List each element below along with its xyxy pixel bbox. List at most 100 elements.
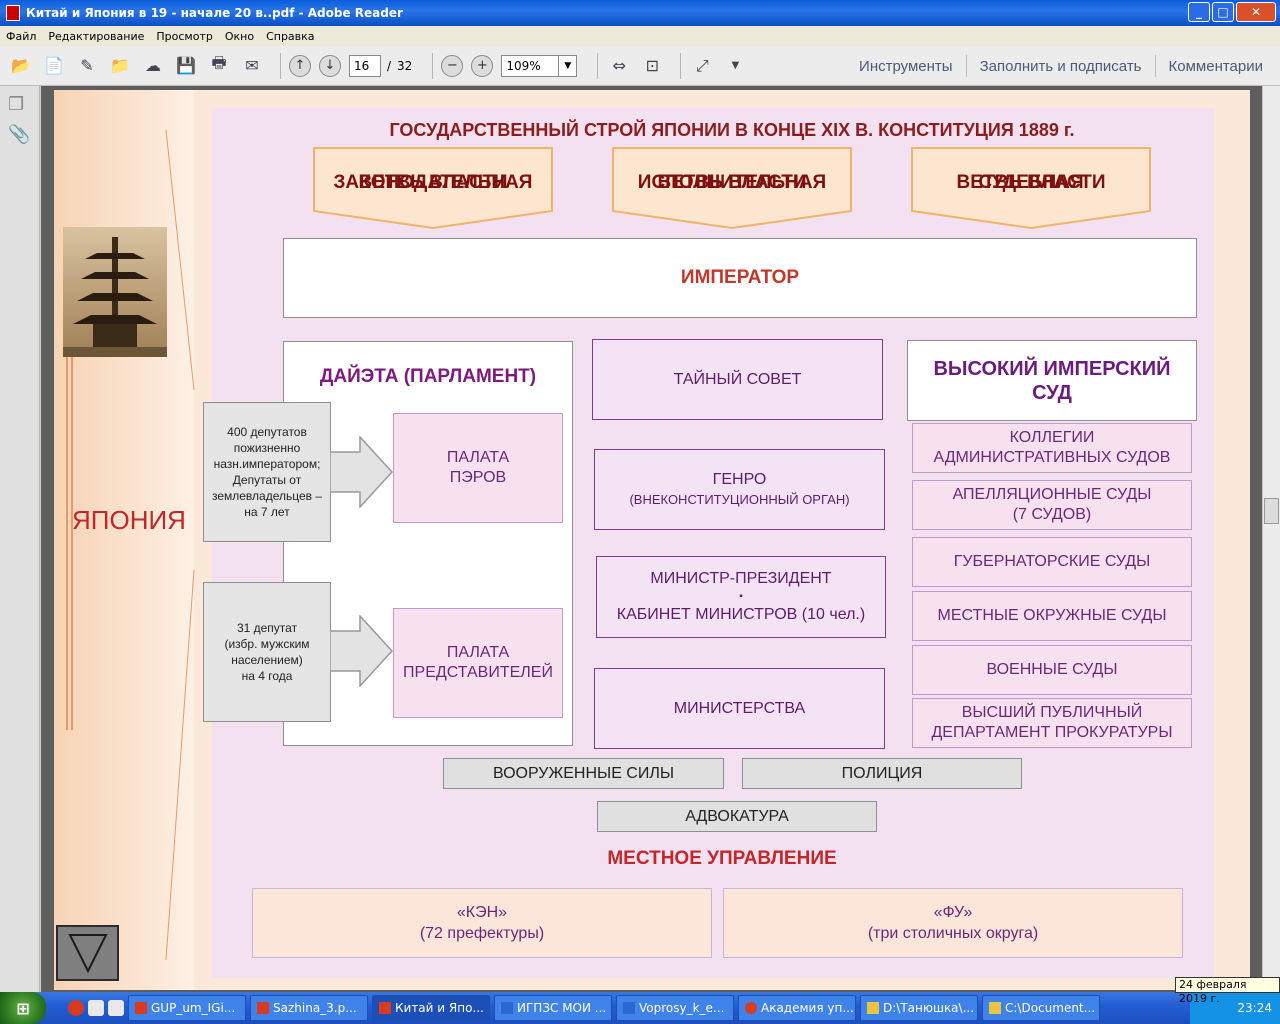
page-number-input[interactable]: 16 xyxy=(349,54,381,77)
taskbar-item[interactable]: C:\Document... xyxy=(982,995,1100,1021)
maximize-button[interactable]: □ xyxy=(1212,2,1234,22)
create-pdf-icon[interactable]: 📄 xyxy=(41,53,67,79)
note-line: на 7 лет xyxy=(244,505,290,519)
adobe-reader-icon xyxy=(6,5,20,21)
zoom-out-icon[interactable]: − xyxy=(441,54,464,77)
bullet-icon: ▪ xyxy=(739,591,743,602)
branch-line2: ВЕТВЬ ВЛАСТИ xyxy=(358,172,508,193)
page-down-icon[interactable]: ↓ xyxy=(319,54,341,77)
folder-icon[interactable]: 📁 xyxy=(107,53,133,79)
taskbar-item[interactable]: Академия уп... xyxy=(738,995,856,1021)
taskbar-item-label: Voprosy_k_e... xyxy=(639,1001,725,1015)
fill-sign-link[interactable]: Заполнить и подписать xyxy=(967,58,1155,75)
slide-title: ГОСУДАРСТВЕННЫЙ СТРОЙ ЯПОНИИ В КОНЦЕ XIX… xyxy=(389,120,1075,140)
taskbar-item[interactable]: Voprosy_k_e... xyxy=(616,995,734,1021)
court-item: МЕСТНЫЕ ОКРУЖНЫЕ СУДЫ xyxy=(912,591,1192,641)
chamber-line: ПЭРОВ xyxy=(449,469,507,486)
vertical-scrollbar[interactable] xyxy=(1262,86,1280,992)
taskbar-item[interactable]: ИГПЗС МОИ ... xyxy=(494,995,612,1021)
court-item: ГУБЕРНАТОРСКИЕ СУДЫ xyxy=(912,537,1192,587)
note-line: 400 депутатов xyxy=(227,425,307,439)
taskbar-item[interactable]: D:\Танюшка\... xyxy=(860,995,978,1021)
court-line: ДЕПАРТАМЕНТ ПРОКУРАТУРЫ xyxy=(931,724,1173,741)
taskbar: ⊞ GUP_um_IGi... Sazhina_3.p... Китай и Я… xyxy=(0,992,1280,1024)
print-icon[interactable]: 🖶 xyxy=(206,53,232,79)
high-court-line: СУД xyxy=(1032,381,1072,404)
menu-window[interactable]: Окно xyxy=(225,30,254,43)
fit-page-icon[interactable]: ⊡ xyxy=(639,53,665,79)
full-screen-icon[interactable]: ⤢ xyxy=(689,53,715,79)
court-line: АДМИНИСТРАТИВНЫХ СУДОВ xyxy=(933,449,1171,466)
start-button[interactable]: ⊞ xyxy=(0,992,46,1024)
taskbar-item[interactable]: GUP_um_IGi... xyxy=(128,995,246,1021)
chevron-down-icon[interactable]: ▼ xyxy=(558,55,576,76)
more-tools-icon[interactable]: ▼ xyxy=(722,53,748,79)
taskbar-item-label: ИГПЗС МОИ ... xyxy=(517,1001,607,1015)
edit-icon[interactable]: ✎ xyxy=(74,53,100,79)
note-line: на 4 года xyxy=(241,669,293,683)
note-line: назн.императором; xyxy=(213,457,321,471)
comments-link[interactable]: Комментарии xyxy=(1156,58,1276,75)
pages-icon[interactable]: ❐ xyxy=(8,94,30,116)
court-line: КОЛЛЕГИИ xyxy=(1009,429,1095,446)
genro-label: ГЕНРО xyxy=(712,470,767,488)
taskbar-item-label: Китай и Япо... xyxy=(395,1001,484,1015)
cabinet-label: КАБИНЕТ МИНИСТРОВ (10 чел.) xyxy=(616,606,866,623)
email-icon[interactable]: ✉ xyxy=(239,53,265,79)
save-icon[interactable]: 💾 xyxy=(173,53,199,79)
fit-width-icon[interactable]: ⇔ xyxy=(606,53,632,79)
court-item: ВЫСШИЙ ПУБЛИЧНЫЙ ДЕПАРТАМЕНТ ПРОКУРАТУРЫ xyxy=(912,698,1192,748)
prime-minister-label: МИНИСТР-ПРЕЗИДЕНТ xyxy=(650,570,832,587)
branch-line2: ВЕТВЬ ВЛАСТИ xyxy=(956,172,1106,193)
local-government-title: МЕСТНОЕ УПРАВЛЕНИЕ xyxy=(607,848,837,869)
legislative-branch-banner: ЗАКОНОДАТЕЛЬНАЯ ВЕТВЬ ВЛАСТИ xyxy=(313,147,553,229)
page-total: 32 xyxy=(397,58,413,73)
ministries-box: МИНИСТЕРСТВА xyxy=(594,668,885,749)
window-titlebar: Китай и Япония в 19 - начале 20 в..pdf -… xyxy=(0,0,1280,26)
zoom-select[interactable]: 109% ▼ xyxy=(501,54,578,77)
privy-council-box: ТАЙНЫЙ СОВЕТ xyxy=(592,339,883,420)
zoom-in-icon[interactable]: + xyxy=(471,54,494,77)
save-icon[interactable] xyxy=(108,1000,124,1016)
toolbar-separator xyxy=(597,52,599,79)
taskbar-item-label: D:\Танюшка\... xyxy=(883,1001,975,1015)
menu-edit[interactable]: Редактирование xyxy=(48,30,144,43)
minimize-button[interactable]: _ xyxy=(1188,2,1210,22)
open-file-icon[interactable]: 📂 xyxy=(8,53,34,79)
word-icon[interactable] xyxy=(88,1000,104,1016)
cabinet-box: МИНИСТР-ПРЕЗИДЕНТ ▪ КАБИНЕТ МИНИСТРОВ (1… xyxy=(596,556,886,638)
ken-line: (72 префектуры) xyxy=(419,925,545,942)
opera-icon[interactable] xyxy=(68,1000,84,1016)
menu-file[interactable]: Файл xyxy=(6,30,36,43)
arrow-right-icon xyxy=(330,436,394,508)
cloud-upload-icon[interactable]: ☁ xyxy=(140,53,166,79)
toolbar-separator xyxy=(680,52,682,79)
ministries-label: МИНИСТЕРСТВА xyxy=(673,699,806,717)
menu-view[interactable]: Просмотр xyxy=(156,30,212,43)
page-up-icon[interactable]: ↑ xyxy=(289,54,311,77)
slide-nav-button[interactable] xyxy=(56,925,119,981)
toolbar-separator xyxy=(432,52,434,79)
page-separator: / xyxy=(387,58,392,73)
court-line: АПЕЛЛЯЦИОННЫЕ СУДЫ xyxy=(952,486,1152,503)
judicial-branch-banner: СУДЕБНАЯ ВЕТВЬ ВЛАСТИ xyxy=(911,147,1151,229)
note-line: населением) xyxy=(231,653,303,667)
menu-help[interactable]: Справка xyxy=(266,30,314,43)
close-button[interactable]: ✕ xyxy=(1236,2,1276,22)
high-court-line: ВЫСОКИЙ ИМПЕРСКИЙ xyxy=(933,357,1171,380)
chamber-line: ПРЕДСТАВИТЕЛЕЙ xyxy=(403,664,553,681)
taskbar-item[interactable]: Sazhina_3.p... xyxy=(250,995,368,1021)
bar-label: АДВОКАТУРА xyxy=(685,807,789,825)
tools-link[interactable]: Инструменты xyxy=(846,58,966,75)
court-item: ВОЕННЫЕ СУДЫ xyxy=(912,645,1192,695)
privy-council-label: ТАЙНЫЙ СОВЕТ xyxy=(673,370,802,388)
note-line: землевладельцев – xyxy=(211,489,323,503)
taskbar-item-active[interactable]: Китай и Япо... xyxy=(372,995,490,1021)
date-tooltip: 24 февраля 2019 г. xyxy=(1175,977,1280,1005)
attachment-icon[interactable]: 📎 xyxy=(8,124,30,146)
court-item: КОЛЛЕГИИ АДМИНИСТРАТИВНЫХ СУДОВ xyxy=(912,423,1192,473)
zoom-value: 109% xyxy=(506,58,541,73)
scrollbar-thumb[interactable] xyxy=(1264,498,1279,524)
reps-note: 31 депутат (избр. мужским населением) на… xyxy=(203,582,331,722)
note-line: 31 депутат xyxy=(236,621,298,635)
